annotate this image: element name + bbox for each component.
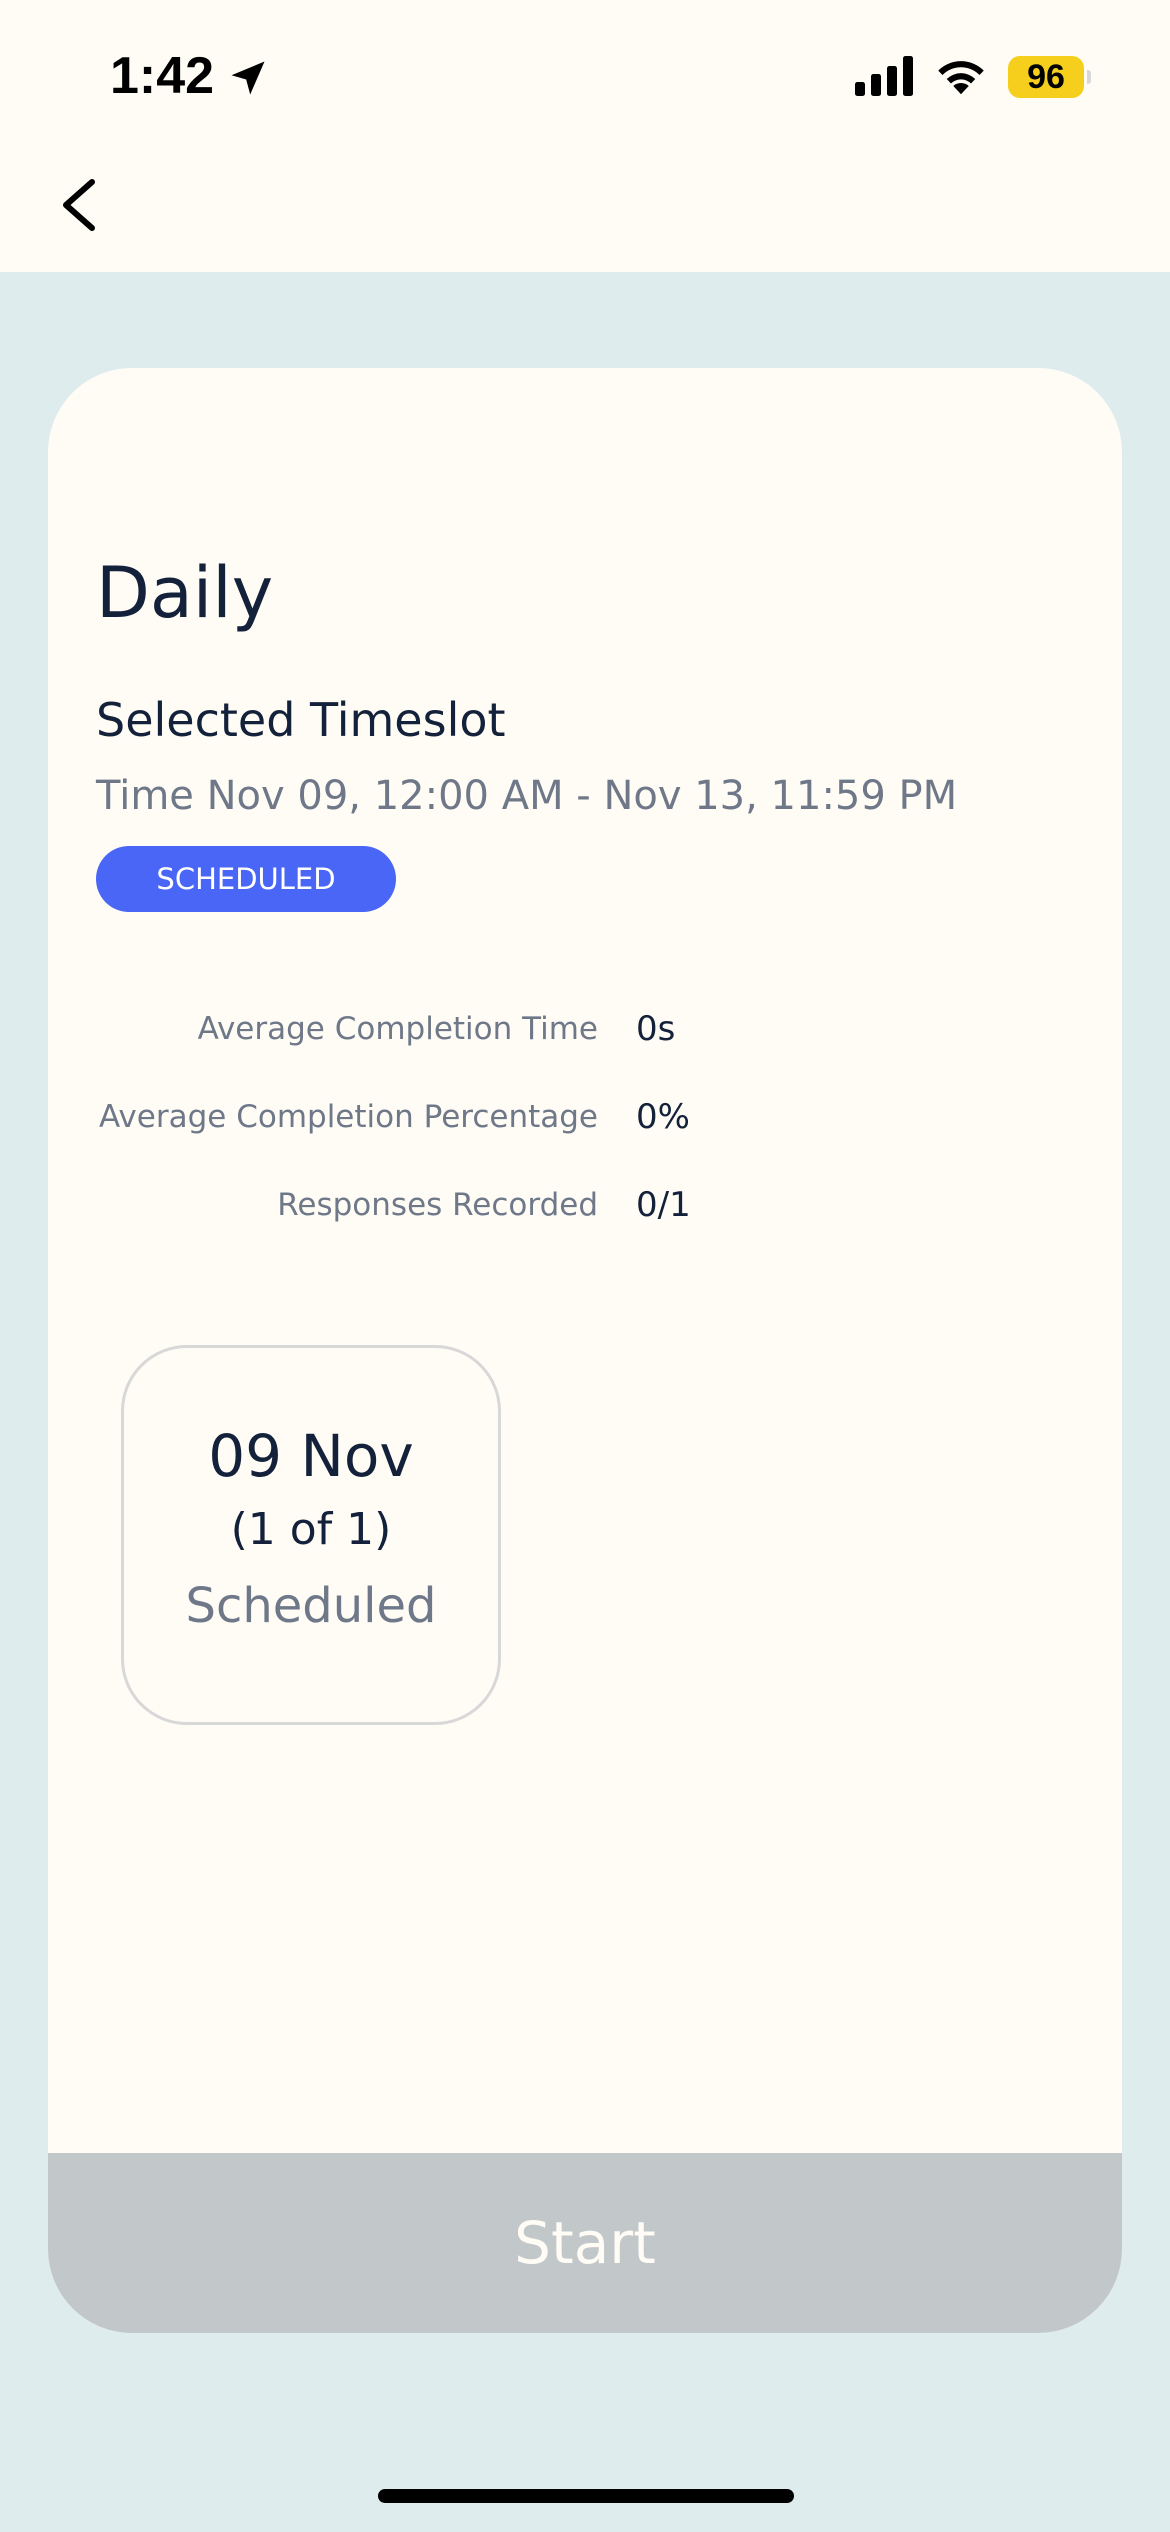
battery-tip (1087, 70, 1091, 84)
stat-label-avg-percentage: Average Completion Percentage (99, 1099, 598, 1135)
section-title: Selected Timeslot (96, 693, 506, 747)
timeslot-tile[interactable]: 09 Nov (1 of 1) Scheduled (121, 1345, 501, 1725)
cellular-signal-icon (855, 56, 913, 96)
top-bar (0, 0, 1170, 272)
wifi-icon (938, 61, 984, 95)
slot-status: Scheduled (185, 1578, 437, 1634)
stat-value-responses: 0/1 (636, 1185, 691, 1225)
stat-label-avg-time: Average Completion Time (197, 1011, 598, 1047)
start-button[interactable]: Start (48, 2153, 1122, 2333)
slot-date: 09 Nov (208, 1422, 414, 1490)
status-badge: SCHEDULED (96, 846, 396, 912)
battery-indicator: 96 (1008, 56, 1084, 98)
home-indicator (378, 2489, 794, 2503)
location-arrow-icon (231, 61, 265, 95)
page-title: Daily (96, 552, 274, 634)
slot-count: (1 of 1) (230, 1504, 392, 1555)
stat-value-avg-time: 0s (636, 1009, 676, 1049)
time-range: Time Nov 09, 12:00 AM - Nov 13, 11:59 PM (96, 773, 958, 819)
back-chevron-icon[interactable] (44, 160, 116, 250)
stat-value-avg-percentage: 0% (636, 1097, 690, 1137)
status-time: 1:42 (110, 47, 215, 105)
stat-label-responses: Responses Recorded (277, 1187, 598, 1223)
timeslot-card: Daily Selected Timeslot Time Nov 09, 12:… (48, 368, 1122, 2333)
